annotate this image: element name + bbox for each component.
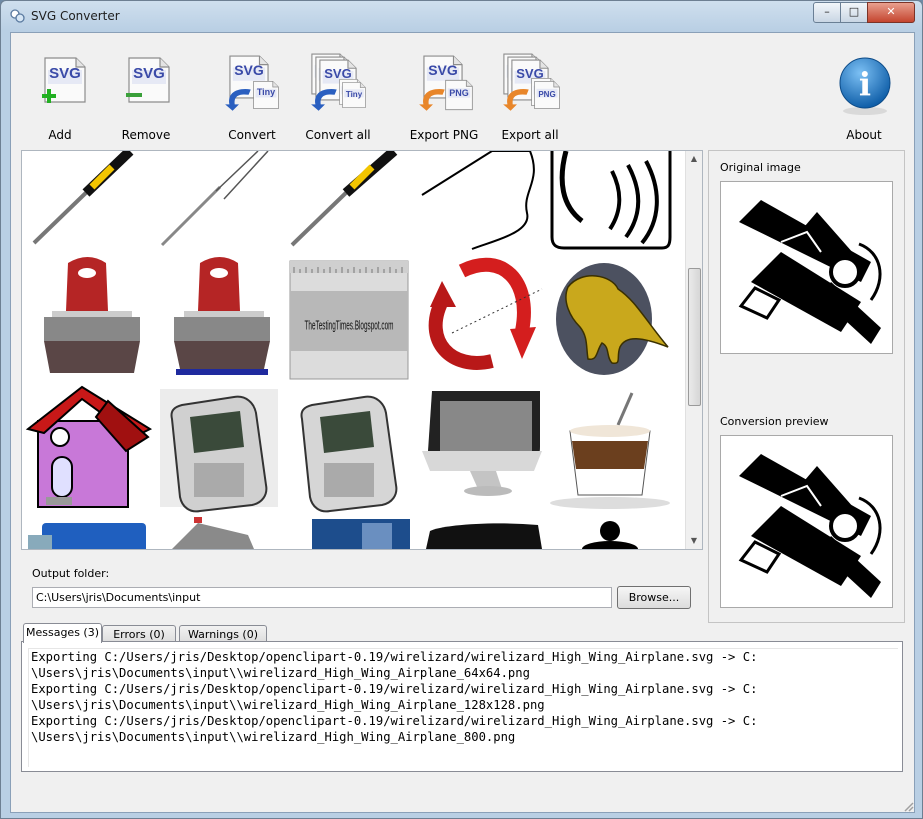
convert-label: Convert <box>228 128 276 142</box>
thumbnail-red-rubber-stamp[interactable] <box>44 257 140 373</box>
log-line: \Users\jris\Documents\input\\wirelizard_… <box>31 730 516 744</box>
convert-all-label: Convert all <box>305 128 371 142</box>
thumbnail-mobile-phone[interactable] <box>300 395 398 513</box>
svg-to-tiny-multi-icon: SVG Tiny <box>311 53 366 111</box>
thumbnail-latte-glass[interactable] <box>550 392 670 509</box>
log-line: \Users\jris\Documents\input\\wirelizard_… <box>31 666 530 680</box>
add-button[interactable]: SVG Add <box>17 53 103 145</box>
minimize-button[interactable]: – <box>813 2 841 23</box>
thumbnail-cloud-outline[interactable] <box>421 151 535 250</box>
main-panel: SVG Add SVG Remove SVG Tiny Convert SVG … <box>10 32 915 813</box>
image-gallery[interactable]: TheTestingTimes.Blogspot.com ▲ ▼ <box>21 150 703 550</box>
scroll-down-arrow-icon[interactable]: ▼ <box>686 533 702 549</box>
svg-text:TheTestingTimes.Blogspot.com: TheTestingTimes.Blogspot.com <box>305 319 394 333</box>
high-wing-airplane-preview <box>738 454 882 598</box>
svg-text:PNG: PNG <box>538 90 555 99</box>
add-label: Add <box>48 128 72 142</box>
svg-text:Tiny: Tiny <box>257 87 275 97</box>
thumbnail-screwdriver-yellow-2[interactable] <box>290 151 398 247</box>
log-line: Exporting C:/Users/jris/Desktop/openclip… <box>31 682 758 696</box>
messages-list: Exporting C:/Users/jris/Desktop/openclip… <box>28 648 898 767</box>
svg-text:Tiny: Tiny <box>346 90 363 99</box>
export-all-button[interactable]: SVG PNG Export all <box>487 53 573 145</box>
export-all-label: Export all <box>501 128 559 142</box>
thumbnail-purple-house[interactable] <box>25 385 153 508</box>
info-icon: i <box>839 57 891 115</box>
thumbnail-person-silhouette[interactable] <box>582 521 638 549</box>
remove-button[interactable]: SVG Remove <box>103 53 189 145</box>
app-icon <box>10 9 25 23</box>
svg-text:PNG: PNG <box>449 88 469 98</box>
log-line: \Users\jris\Documents\input\\wirelizard_… <box>31 698 545 712</box>
svg-text:SVG: SVG <box>324 66 351 81</box>
thumbnail-mobile-phone-shaded[interactable] <box>160 389 278 513</box>
gallery-scrollbar[interactable]: ▲ ▼ <box>685 151 702 549</box>
svg-text:SVG: SVG <box>133 65 165 82</box>
window-title: SVG Converter <box>31 9 120 23</box>
thumbnail-screwdriver-yellow[interactable] <box>32 151 134 245</box>
svg-text:SVG: SVG <box>428 62 458 78</box>
about-button[interactable]: i About <box>821 53 907 145</box>
thumbnail-blue-truck[interactable] <box>28 523 146 549</box>
tab-messages[interactable]: Messages (3) <box>23 623 102 643</box>
thumbnail-screwdriver-outline[interactable] <box>160 151 269 247</box>
thumbnail-ear-sound-tile[interactable] <box>550 151 672 250</box>
maximize-button[interactable]: □ <box>840 2 868 23</box>
thumbnail-black-vehicle[interactable] <box>426 523 542 549</box>
thumbnail-red-rubber-stamp-blue[interactable] <box>174 257 270 375</box>
about-label: About <box>846 128 882 142</box>
thumbnail-ruler-banner[interactable]: TheTestingTimes.Blogspot.com <box>289 260 409 380</box>
app-window: SVG Converter – □ ✕ SVG Add SVG Remove S… <box>0 0 923 819</box>
svg-text:SVG: SVG <box>49 65 81 82</box>
log-line: Exporting C:/Users/jris/Desktop/openclip… <box>31 650 758 664</box>
output-folder-field[interactable]: C:\Users\jris\Documents\input <box>32 587 612 608</box>
svg-remove-icon: SVG <box>126 57 170 103</box>
original-image-view <box>720 181 893 354</box>
svg-add-icon: SVG <box>42 57 86 103</box>
title-bar[interactable]: SVG Converter – □ ✕ <box>1 1 922 31</box>
gallery-grid: TheTestingTimes.Blogspot.com <box>25 151 672 549</box>
output-folder-label: Output folder: <box>32 567 110 580</box>
messages-log[interactable]: Exporting C:/Users/jris/Desktop/openclip… <box>21 641 903 772</box>
scrollbar-thumb[interactable] <box>688 268 701 406</box>
thumbnail-dinosaur-badge[interactable] <box>556 263 669 375</box>
preview-panel: Original image Conversion preview <box>708 150 905 623</box>
browse-button[interactable]: Browse... <box>617 586 691 609</box>
resize-grip-icon[interactable] <box>902 800 914 812</box>
thumbnail-grey-tent[interactable] <box>172 517 254 549</box>
svg-text:SVG: SVG <box>234 62 264 78</box>
remove-label: Remove <box>121 128 171 142</box>
thumbnail-imac-monitor[interactable] <box>422 391 542 496</box>
high-wing-airplane-image <box>738 200 882 344</box>
thumbnail-city-skyline[interactable] <box>312 519 410 549</box>
log-line: Exporting C:/Users/jris/Desktop/openclip… <box>31 714 758 728</box>
svg-to-png-icon: SVG PNG <box>419 55 473 111</box>
svg-to-tiny-icon: SVG Tiny <box>225 55 279 111</box>
thumbnail-red-refresh-arrows[interactable] <box>428 257 543 370</box>
svg-to-png-multi-icon: SVG PNG <box>503 53 560 111</box>
conversion-preview-view <box>720 435 893 608</box>
conversion-preview-caption: Conversion preview <box>720 415 829 428</box>
export-png-label: Export PNG <box>409 128 479 142</box>
convert-all-button[interactable]: SVG Tiny Convert all <box>295 53 381 145</box>
original-image-caption: Original image <box>720 161 801 174</box>
svg-text:i: i <box>859 65 871 103</box>
scroll-up-arrow-icon[interactable]: ▲ <box>686 151 702 167</box>
close-button[interactable]: ✕ <box>867 2 915 23</box>
export-png-button[interactable]: SVG PNG Export PNG <box>401 53 487 145</box>
convert-button[interactable]: SVG Tiny Convert <box>209 53 295 145</box>
